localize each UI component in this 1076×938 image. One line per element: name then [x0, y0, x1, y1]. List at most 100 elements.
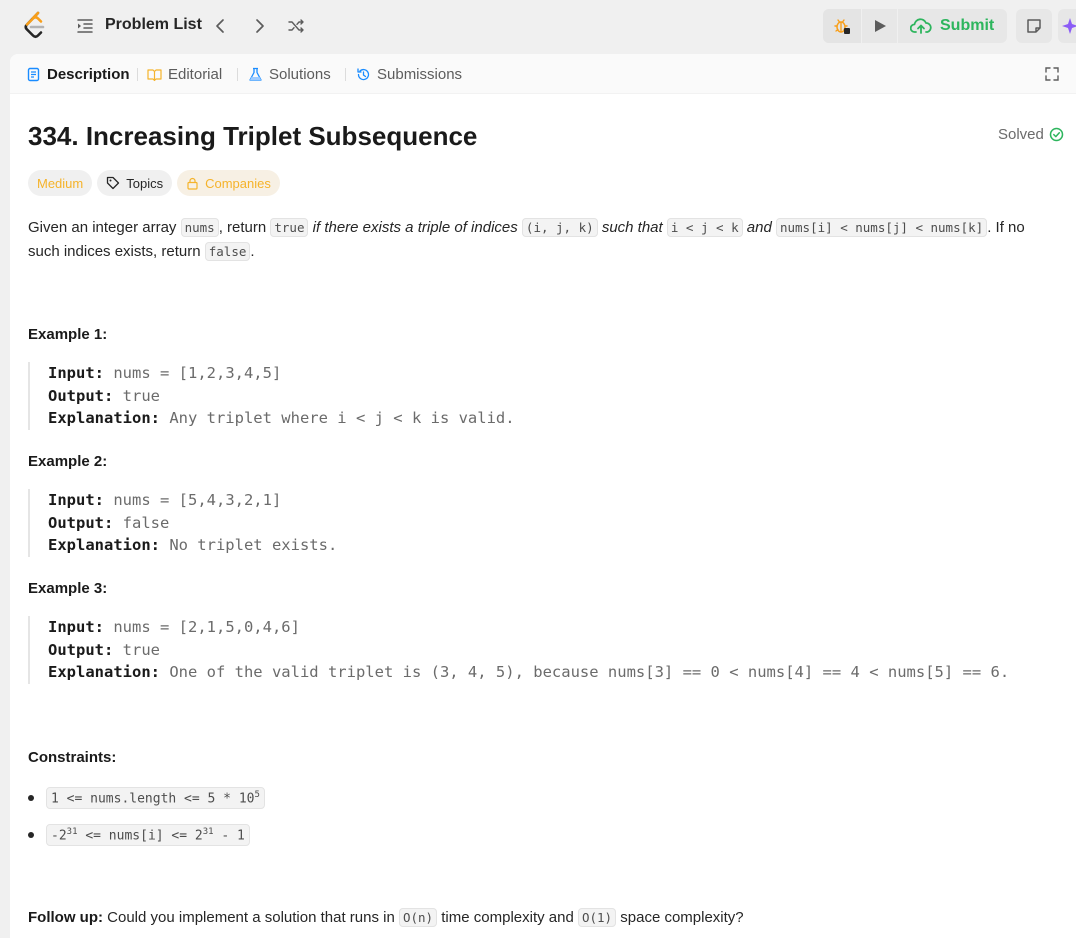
- tab-description-label: Description: [47, 65, 130, 83]
- example-heading: Example 2:: [28, 453, 108, 470]
- inline-code: i < j < k: [666, 218, 743, 237]
- companies-tag[interactable]: Companies: [177, 170, 280, 196]
- sparkle-icon: [1062, 18, 1076, 34]
- tab-editorial-label: Editorial: [168, 65, 223, 83]
- tab-editorial[interactable]: Editorial: [147, 64, 222, 84]
- constraint-text: -2: [51, 828, 67, 844]
- constraint-text: - 1: [213, 828, 245, 844]
- example-heading: Example 3:: [28, 580, 108, 597]
- top-navbar: Problem List Submit: [0, 0, 1076, 54]
- example-block: Input: nums = [1,2,3,4,5] Output: true E…: [28, 362, 515, 430]
- example-heading: Example 1:: [28, 326, 108, 343]
- tab-divider: [237, 68, 238, 81]
- cloud-upload-icon: [910, 18, 932, 34]
- inline-code: nums: [180, 218, 219, 237]
- chevron-right-icon: [256, 19, 264, 33]
- example-block: Input: nums = [5,4,3,2,1] Output: false …: [28, 489, 337, 557]
- bullet: [28, 795, 34, 802]
- history-icon: [357, 67, 370, 80]
- tab-divider: [137, 68, 138, 81]
- chevron-left-icon: [216, 19, 224, 33]
- example-block: Input: nums = [2,1,5,0,4,6] Output: true…: [28, 616, 1009, 684]
- output-label: Output:: [48, 386, 114, 405]
- output-value: true: [113, 386, 160, 405]
- exponent: 5: [254, 790, 260, 800]
- desc-text: if there exists a triple of indices: [308, 219, 522, 236]
- ai-assistant-button[interactable]: [1058, 9, 1076, 43]
- inline-code: nums[i] < nums[j] < nums[k]: [775, 218, 988, 237]
- constraint-code: 1 <= nums.length <= 5 * 105: [46, 787, 265, 810]
- exponent: 31: [66, 827, 78, 837]
- exponent: 31: [202, 827, 214, 837]
- description-panel: Description Editorial Solutions Submissi…: [10, 54, 1076, 938]
- run-button[interactable]: [861, 9, 897, 43]
- inline-code: (i, j, k): [521, 218, 598, 237]
- tab-solutions-label: Solutions: [269, 65, 331, 83]
- book-icon: [147, 68, 162, 81]
- expand-icon[interactable]: [1043, 65, 1061, 83]
- tab-divider: [345, 68, 346, 81]
- problem-description: Given an integer array nums, return true…: [28, 216, 1058, 264]
- note-icon: [1027, 19, 1041, 33]
- inline-code: false: [204, 242, 251, 261]
- prev-problem-button[interactable]: [209, 14, 233, 38]
- play-icon: [874, 20, 886, 32]
- output-label: Output:: [48, 513, 114, 532]
- document-icon: [27, 67, 40, 81]
- constraint-item: 1 <= nums.length <= 5 * 105: [28, 787, 265, 810]
- list-icon[interactable]: [76, 17, 94, 35]
- shuffle-icon: [288, 19, 304, 33]
- output-value: true: [113, 640, 160, 659]
- submit-label: Submit: [940, 17, 995, 34]
- input-value: nums = [1,2,3,4,5]: [104, 364, 282, 382]
- next-problem-button[interactable]: [247, 14, 271, 38]
- explanation-value: Any triplet where i < j < k is valid.: [159, 409, 515, 427]
- random-problem-button[interactable]: [284, 14, 308, 38]
- input-value: nums = [2,1,5,0,4,6]: [104, 618, 300, 636]
- explanation-value: No triplet exists.: [159, 536, 338, 554]
- submit-button[interactable]: Submit: [897, 9, 1007, 43]
- input-label: Input:: [48, 618, 104, 636]
- follow-up-label: Follow up:: [28, 909, 103, 926]
- explanation-value: One of the valid triplet is (3, 4, 5), b…: [159, 663, 1010, 681]
- check-circle-icon: [1049, 127, 1064, 142]
- tab-solutions[interactable]: Solutions: [248, 64, 331, 84]
- topics-tag[interactable]: Topics: [97, 170, 173, 196]
- run-submit-group: Submit: [823, 9, 1007, 43]
- solved-label: Solved: [998, 126, 1044, 143]
- input-label: Input:: [48, 491, 104, 509]
- inline-code: O(1): [577, 908, 617, 927]
- tab-submissions[interactable]: Submissions: [356, 64, 462, 84]
- follow-up-text: time complexity and: [437, 909, 578, 926]
- desc-text: and: [742, 219, 776, 236]
- bullet: [28, 832, 34, 839]
- follow-up: Follow up: Could you implement a solutio…: [28, 908, 744, 927]
- desc-text: .: [250, 243, 255, 260]
- problem-title[interactable]: 334. Increasing Triplet Subsequence: [28, 121, 477, 152]
- output-label: Output:: [48, 640, 114, 659]
- tab-submissions-label: Submissions: [377, 65, 463, 83]
- explanation-label: Explanation:: [48, 409, 160, 427]
- problem-tags: Medium Topics Companies: [28, 170, 280, 196]
- flask-icon: [249, 67, 262, 81]
- topics-label: Topics: [126, 175, 164, 191]
- notes-button[interactable]: [1016, 9, 1052, 43]
- panel-tabs: Description Editorial Solutions Submissi…: [10, 54, 1076, 94]
- follow-up-text: space complexity?: [616, 909, 744, 926]
- inline-code: O(n): [398, 908, 438, 927]
- input-value: nums = [5,4,3,2,1]: [104, 491, 282, 509]
- lock-icon: [187, 177, 198, 190]
- difficulty-badge: Medium: [28, 170, 93, 196]
- constraint-item: -231 <= nums[i] <= 231 - 1: [28, 824, 250, 847]
- tab-description[interactable]: Description: [26, 64, 130, 84]
- follow-up-text: Could you implement a solution that runs…: [102, 909, 399, 926]
- tag-icon: [107, 176, 120, 190]
- leetcode-logo-icon[interactable]: [22, 11, 48, 41]
- constraint-text: <= nums[i] <= 2: [77, 828, 203, 844]
- explanation-label: Explanation:: [48, 536, 160, 554]
- debug-button[interactable]: [823, 9, 861, 43]
- explanation-label: Explanation:: [48, 663, 160, 681]
- desc-text: such that: [597, 219, 667, 236]
- constraint-text: 1 <= nums.length <= 5 * 10: [51, 791, 255, 807]
- problem-list-link[interactable]: Problem List: [105, 16, 202, 34]
